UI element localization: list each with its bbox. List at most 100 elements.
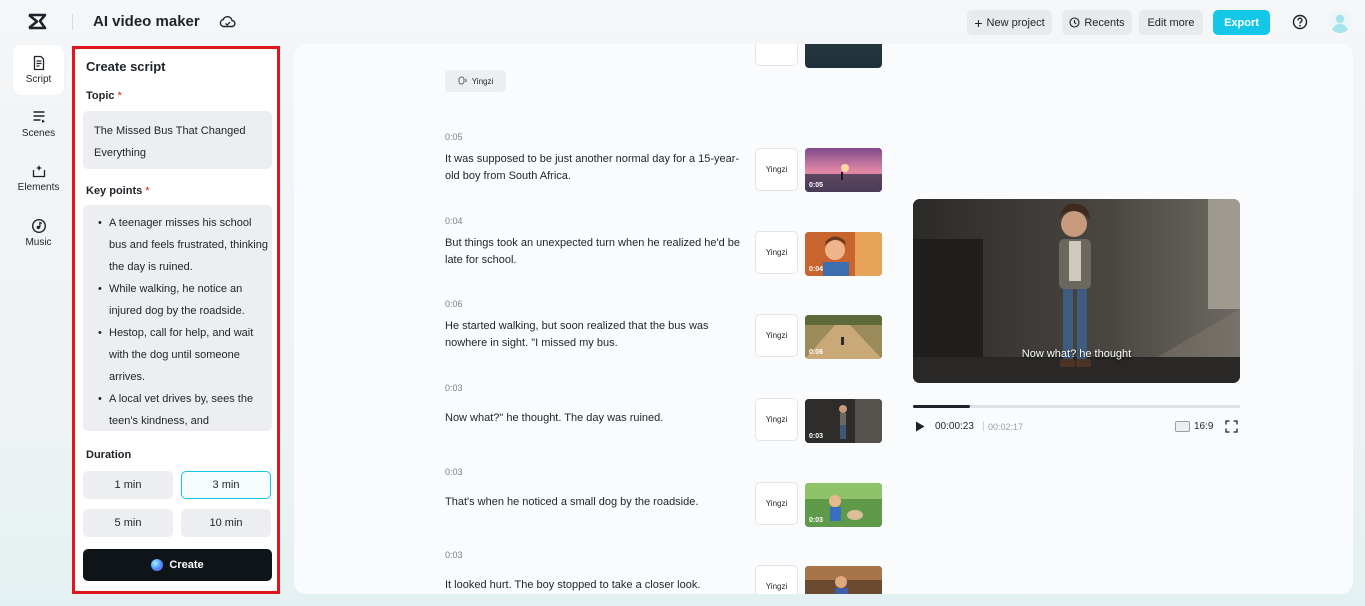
scene-text[interactable]: Now what?" he thought. The day was ruine… (445, 410, 745, 427)
key-points-label: Key points * (86, 185, 150, 197)
scene-voice-button[interactable]: Yingzi (755, 231, 798, 274)
header-divider (72, 14, 73, 30)
export-button[interactable]: Export (1213, 10, 1270, 35)
scene-duration: 0:03 (445, 550, 463, 560)
nav-label-elements: Elements (17, 182, 60, 193)
progress-fill (913, 405, 971, 408)
scene-thumbnail-partial[interactable] (805, 44, 882, 68)
scene-thumbnail[interactable]: 0:05 (805, 148, 882, 192)
required-mark: * (145, 185, 150, 197)
new-project-label: New project (986, 16, 1045, 29)
key-points-input[interactable]: A teenager misses his school bus and fee… (83, 205, 272, 431)
key-point-item: A teenager misses his school bus and fee… (98, 212, 270, 278)
top-bar: AI video maker + New project Recents Edi… (0, 0, 1365, 44)
time-separator: | (982, 421, 985, 432)
scene-thumbnail[interactable]: 0:04 (805, 232, 882, 276)
edit-more-button[interactable]: Edit more (1139, 10, 1203, 35)
current-time: 00:00:23 (935, 421, 974, 432)
create-button[interactable]: Create (83, 549, 272, 581)
scene-text[interactable]: It looked hurt. The boy stopped to take … (445, 577, 745, 594)
clock-icon (1069, 17, 1080, 28)
cloud-sync-icon[interactable] (219, 14, 236, 30)
export-label: Export (1224, 16, 1259, 29)
panel-title: Create script (86, 59, 166, 74)
scene-duration: 0:03 (445, 383, 463, 393)
duration-3-min-button[interactable]: 3 min (181, 471, 271, 499)
topic-value-line-1: The Missed Bus That Changed (94, 125, 246, 137)
scene-voice-button[interactable]: Yingzi (755, 314, 798, 357)
voice-selector[interactable]: Yingzi (445, 70, 506, 92)
voice-box-partial[interactable] (755, 44, 798, 66)
plus-icon: + (974, 14, 983, 31)
play-icon[interactable] (915, 421, 925, 432)
nav-label-music: Music (25, 237, 52, 248)
video-caption: Now what? he thought (1021, 348, 1132, 360)
duration-10-min-button[interactable]: 10 min (181, 509, 271, 537)
scene-voice-button[interactable]: Yingzi (755, 398, 798, 441)
topic-label: Topic * (86, 90, 122, 102)
scene-thumbnail[interactable]: 0:03 (805, 483, 882, 527)
capcut-logo-icon[interactable] (26, 12, 48, 32)
script-editor: Yingzi 0:05 It was supposed to be just a… (294, 44, 1353, 594)
thumbnail-duration: 0:06 (809, 349, 824, 356)
thumbnail-duration: 0:04 (809, 266, 824, 273)
nav-item-scenes[interactable]: Scenes (13, 99, 64, 149)
music-icon (31, 218, 46, 234)
thumbnail-duration: 0:05 (809, 182, 824, 189)
duration-label: Duration (86, 449, 132, 461)
scene-text[interactable]: That's when he noticed a small dog by th… (445, 494, 745, 511)
scene-text[interactable]: But things took an unexpected turn when … (445, 235, 745, 269)
thumbnail-duration: 0:03 (809, 433, 824, 440)
nav-label-script: Script (25, 74, 52, 85)
create-label: Create (169, 559, 204, 571)
script-icon (33, 55, 44, 71)
edit-more-label: Edit more (1147, 16, 1195, 29)
nav-item-music[interactable]: Music (13, 208, 64, 258)
key-points-label-text: Key points (86, 185, 143, 197)
playback-progress-bar[interactable] (913, 405, 1240, 408)
create-script-panel: Create script Topic * The Missed Bus Tha… (72, 46, 280, 594)
scene-duration: 0:04 (445, 216, 463, 226)
recents-label: Recents (1084, 16, 1125, 29)
help-icon[interactable] (1292, 14, 1308, 30)
boy-dog-image (805, 566, 882, 594)
microphone-icon (458, 76, 467, 85)
key-point-item: While walking, he notice an injured dog … (98, 278, 270, 322)
aspect-ratio-label[interactable]: 16:9 (1194, 421, 1213, 432)
scene-duration: 0:03 (445, 467, 463, 477)
key-point-item: A local vet drives by, sees the teen's k… (98, 388, 270, 431)
required-mark: * (117, 90, 122, 102)
scene-thumbnail[interactable] (805, 566, 882, 594)
nav-item-script[interactable]: Script (13, 45, 64, 95)
scene-duration: 0:06 (445, 299, 463, 309)
nav-item-elements[interactable]: Elements (13, 153, 64, 203)
scene-thumbnail[interactable]: 0:03 (805, 399, 882, 443)
elements-icon (32, 165, 45, 178)
app-title: AI video maker (93, 13, 200, 30)
aspect-ratio-icon[interactable] (1175, 421, 1190, 432)
voice-chip-label: Yingzi (471, 76, 494, 86)
topic-value-line-2: Everything (94, 147, 146, 159)
scene-thumbnail[interactable]: 0:06 (805, 315, 882, 359)
total-time: 00:02:17 (988, 422, 1024, 432)
topic-input[interactable]: The Missed Bus That Changed Everything (83, 111, 272, 169)
scene-text[interactable]: It was supposed to be just another norma… (445, 151, 745, 185)
key-point-item: Hestop, call for help, and wait with the… (98, 322, 270, 388)
ai-orb-icon (151, 559, 164, 571)
video-preview[interactable]: Now what? he thought (913, 199, 1240, 383)
scene-duration: 0:05 (445, 132, 463, 142)
scene-text[interactable]: He started walking, but soon realized th… (445, 318, 745, 352)
duration-5-min-button[interactable]: 5 min (83, 509, 173, 537)
scenes-icon (33, 111, 45, 123)
scene-voice-button[interactable]: Yingzi (755, 148, 798, 191)
topic-label-text: Topic (86, 90, 115, 102)
nav-label-scenes: Scenes (21, 128, 56, 139)
key-points-list: A teenager misses his school bus and fee… (83, 205, 272, 431)
duration-1-min-button[interactable]: 1 min (83, 471, 173, 499)
scene-voice-button[interactable]: Yingzi (755, 565, 798, 594)
recents-button[interactable]: Recents (1062, 10, 1132, 35)
new-project-button[interactable]: + New project (967, 10, 1052, 35)
scene-voice-button[interactable]: Yingzi (755, 482, 798, 525)
user-avatar[interactable] (1329, 11, 1351, 33)
fullscreen-icon[interactable] (1225, 420, 1238, 433)
